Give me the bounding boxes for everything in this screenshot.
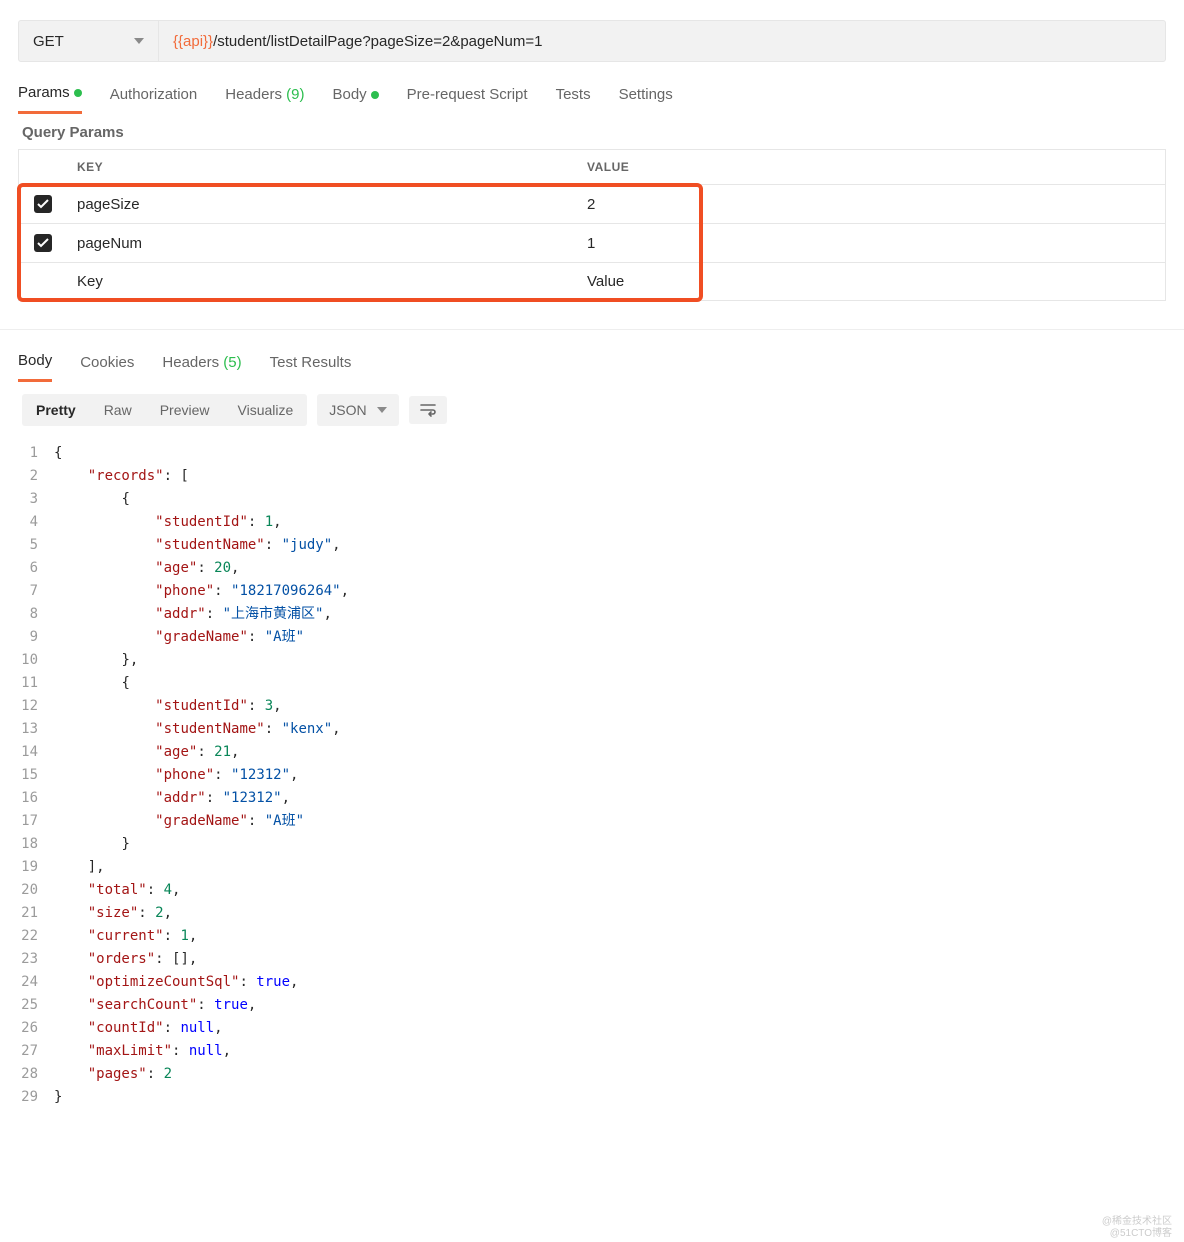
section-query-params: Query Params — [0, 114, 1184, 149]
param-row: pageSize 2 — [19, 185, 1165, 224]
tab-body[interactable]: Body — [332, 78, 378, 113]
view-preview[interactable]: Preview — [146, 394, 224, 426]
http-method-select[interactable]: GET — [19, 21, 159, 61]
tab-authorization[interactable]: Authorization — [110, 78, 198, 113]
url-variable: {{api}} — [173, 33, 213, 50]
view-raw[interactable]: Raw — [90, 394, 146, 426]
tab-params[interactable]: Params — [18, 76, 82, 114]
view-visualize[interactable]: Visualize — [224, 394, 308, 426]
response-tab-body[interactable]: Body — [18, 344, 52, 382]
column-value: VALUE — [577, 150, 1165, 184]
view-pretty[interactable]: Pretty — [22, 394, 90, 426]
chevron-down-icon — [134, 38, 144, 44]
param-value-placeholder[interactable]: Value — [577, 263, 1165, 300]
status-dot-icon — [74, 89, 82, 97]
tab-headers[interactable]: Headers (9) — [225, 78, 304, 113]
column-key: KEY — [67, 150, 577, 184]
param-value[interactable]: 1 — [577, 225, 1165, 262]
response-tab-headers[interactable]: Headers (5) — [162, 346, 241, 381]
param-key[interactable]: pageNum — [67, 225, 577, 262]
param-row: pageNum 1 — [19, 224, 1165, 263]
response-tab-tests[interactable]: Test Results — [270, 346, 352, 381]
url-path: /student/listDetailPage?pageSize=2&pageN… — [213, 33, 542, 50]
url-input[interactable]: {{api}}/student/listDetailPage?pageSize=… — [159, 21, 1165, 61]
status-dot-icon — [371, 91, 379, 99]
view-mode-group: Pretty Raw Preview Visualize — [22, 394, 307, 426]
tab-settings[interactable]: Settings — [619, 78, 673, 113]
param-key[interactable]: pageSize — [67, 186, 577, 223]
response-tab-cookies[interactable]: Cookies — [80, 346, 134, 381]
wrap-lines-button[interactable] — [409, 396, 447, 424]
param-key-placeholder[interactable]: Key — [67, 263, 577, 300]
checkbox[interactable] — [34, 234, 52, 252]
watermark: @稀金技术社区@51CTO博客 — [1102, 1216, 1172, 1240]
http-method-label: GET — [33, 33, 134, 50]
response-body[interactable]: 1{2 "records": [3 {4 "studentId": 1,5 "s… — [0, 438, 1184, 1119]
chevron-down-icon — [377, 407, 387, 413]
checkbox[interactable] — [34, 195, 52, 213]
params-table: KEY VALUE pageSize 2 pageNum 1 Key Value — [18, 149, 1166, 301]
format-select[interactable]: JSON — [317, 394, 398, 426]
tab-prerequest[interactable]: Pre-request Script — [407, 78, 528, 113]
tab-tests[interactable]: Tests — [556, 78, 591, 113]
param-value[interactable]: 2 — [577, 186, 1165, 223]
param-row-new: Key Value — [19, 263, 1165, 300]
